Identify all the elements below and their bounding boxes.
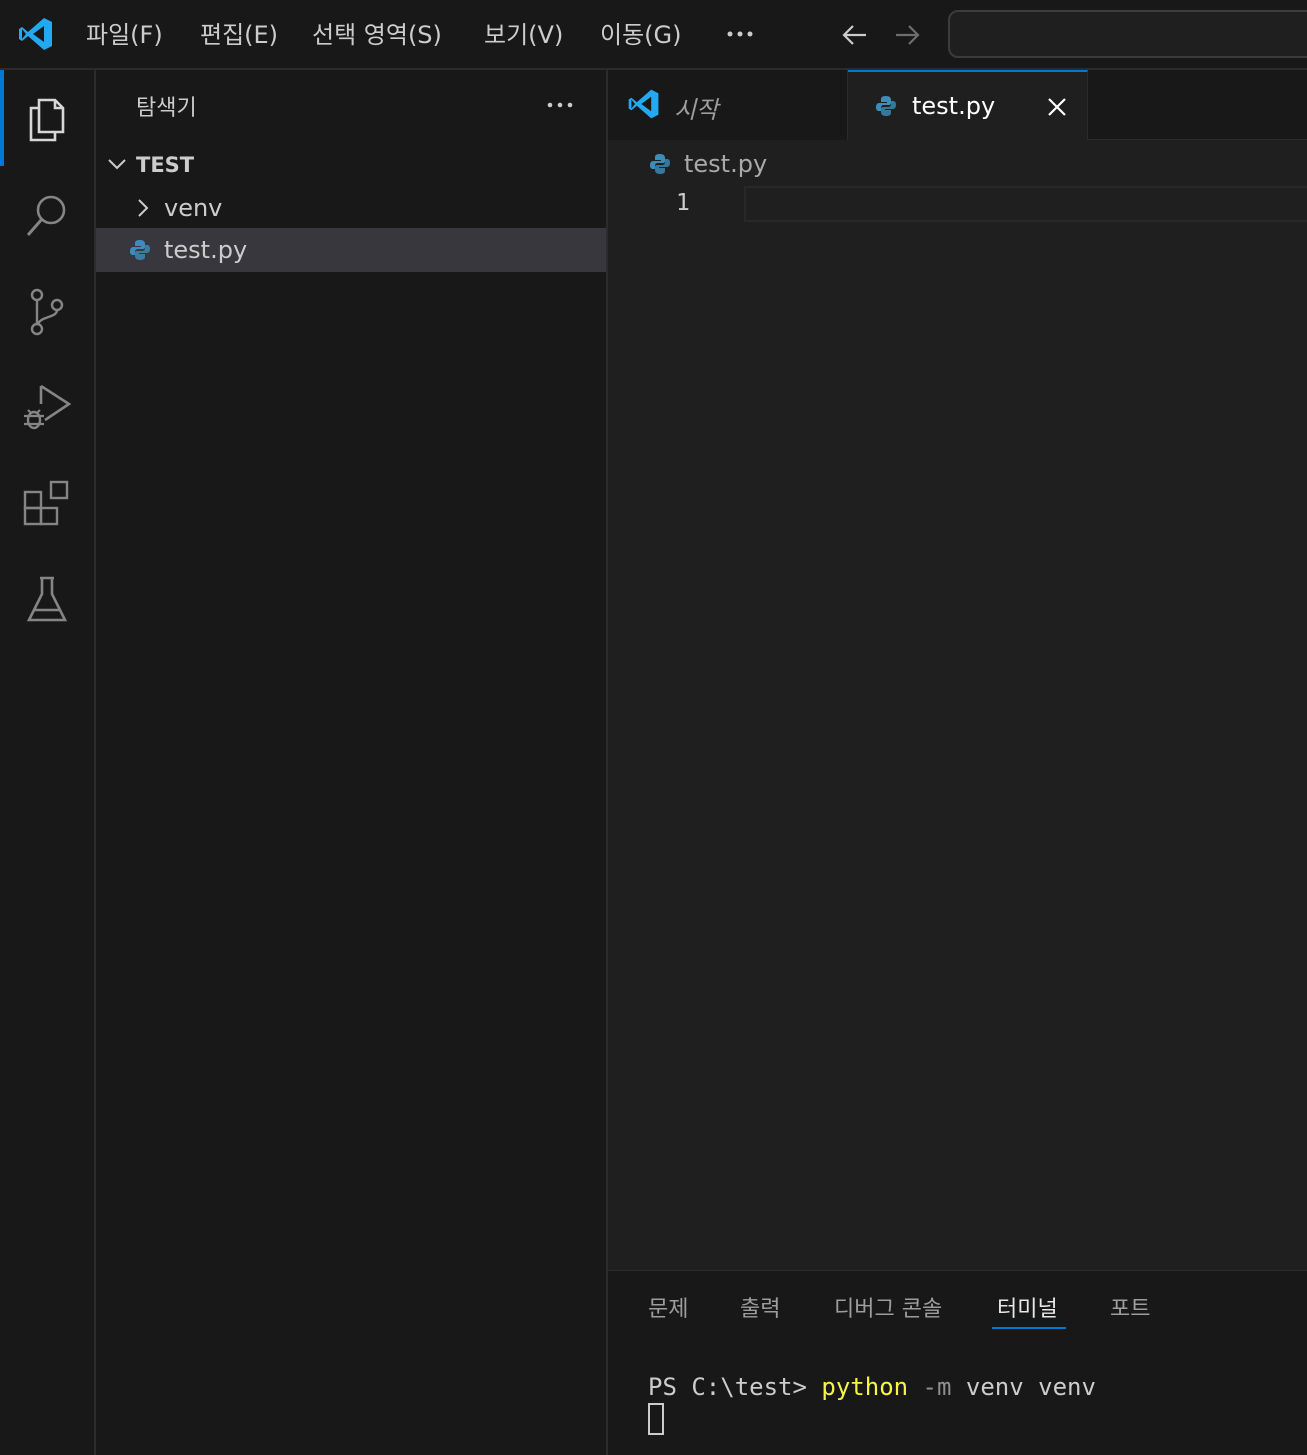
tree-item-test-py[interactable]: test.py xyxy=(96,228,606,272)
menu-selection[interactable]: 선택 영역(S) xyxy=(312,16,442,54)
terminal-args: venv venv xyxy=(965,1373,1096,1401)
close-icon[interactable] xyxy=(1046,96,1068,118)
extensions-icon xyxy=(23,480,69,526)
menu-file[interactable]: 파일(F) xyxy=(86,16,163,54)
vscode-logo-icon xyxy=(19,18,52,50)
current-line-highlight[interactable] xyxy=(744,186,1307,222)
python-icon xyxy=(650,154,670,174)
tab-welcome[interactable]: 시작 xyxy=(608,70,848,140)
chevron-down-icon xyxy=(108,159,126,170)
explorer-sidebar: 탐색기 TEST venv test.py xyxy=(96,70,608,1455)
forward-arrow-icon[interactable] xyxy=(890,18,924,52)
python-icon xyxy=(876,96,896,116)
flask-icon xyxy=(26,576,68,622)
activity-search[interactable] xyxy=(0,166,94,262)
panel-tab-output[interactable]: 출력 xyxy=(740,1291,780,1323)
explorer-title: 탐색기 xyxy=(136,96,197,121)
back-arrow-icon[interactable] xyxy=(838,18,872,52)
search-icon xyxy=(26,195,66,236)
tree-item-venv[interactable]: venv xyxy=(96,186,606,230)
activity-testing[interactable] xyxy=(0,550,94,646)
menu-edit[interactable]: 편집(E) xyxy=(200,16,278,54)
terminal-flag: -m xyxy=(922,1373,952,1401)
terminal-command: python xyxy=(821,1373,909,1401)
folder-root-row[interactable]: TEST xyxy=(96,142,606,186)
more-menu-icon[interactable] xyxy=(722,14,758,54)
breadcrumb-file-label: test.py xyxy=(684,150,768,178)
menu-go[interactable]: 이동(G) xyxy=(600,16,681,54)
more-actions-icon[interactable] xyxy=(542,90,578,120)
tab-label: 시작 xyxy=(674,96,719,124)
terminal-prompt: PS C:\test> xyxy=(648,1373,822,1401)
activity-explorer[interactable] xyxy=(0,70,94,166)
source-control-icon xyxy=(30,288,64,336)
chevron-right-icon xyxy=(138,199,149,217)
terminal-command-line[interactable]: PS C:\test> python -m venv venv xyxy=(648,1373,1096,1401)
run-debug-icon xyxy=(24,384,72,430)
tab-test-py[interactable]: test.py xyxy=(848,70,1088,140)
activity-source-control[interactable] xyxy=(0,262,94,358)
tree-item-label: test.py xyxy=(164,236,248,264)
terminal-cursor xyxy=(648,1403,664,1435)
activity-run-debug[interactable] xyxy=(0,358,94,454)
line-number: 1 xyxy=(676,190,690,216)
panel-tab-debug-console[interactable]: 디버그 콘솔 xyxy=(834,1291,942,1323)
bottom-panel: 문제 출력 디버그 콘솔 터미널 포트 PS C:\test> python -… xyxy=(608,1270,1307,1455)
menu-view[interactable]: 보기(V) xyxy=(484,16,563,54)
panel-tab-ports[interactable]: 포트 xyxy=(1110,1291,1150,1323)
activity-extensions[interactable] xyxy=(0,454,94,550)
vscode-logo-icon xyxy=(628,89,659,119)
panel-tab-problems[interactable]: 문제 xyxy=(648,1291,688,1323)
title-bar: 파일(F) 편집(E) 선택 영역(S) 보기(V) 이동(G) xyxy=(0,0,1307,70)
tab-label: test.py xyxy=(912,92,996,120)
files-icon xyxy=(29,98,65,142)
tab-bar: 시작 test.py xyxy=(608,70,1307,140)
panel-tab-terminal[interactable]: 터미널 xyxy=(997,1291,1058,1323)
tree-item-label: venv xyxy=(164,194,223,222)
folder-root-label: TEST xyxy=(136,153,195,177)
python-icon xyxy=(130,240,150,260)
active-tab-underline xyxy=(992,1327,1066,1329)
active-indicator xyxy=(0,70,4,166)
editor-area: 시작 test.py test.py 1 xyxy=(608,70,1307,1270)
command-center-search[interactable] xyxy=(948,10,1307,58)
activity-bar xyxy=(0,70,96,1455)
